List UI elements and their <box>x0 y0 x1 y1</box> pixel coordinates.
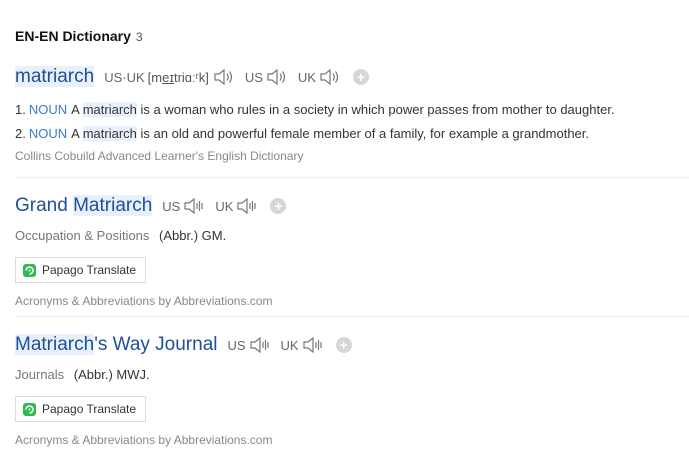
category-label: Occupation & Positions <box>15 228 150 243</box>
papago-logo-icon <box>23 402 36 416</box>
entry-word[interactable]: Grand Matriarch <box>15 195 153 217</box>
us-label: US <box>162 198 181 214</box>
dictionary-title: EN-EN Dictionary <box>15 28 131 44</box>
divider <box>15 316 689 317</box>
definition-item: 1. NOUN A matriarch is a woman who rules i… <box>15 102 615 117</box>
part-of-speech: NOUN <box>28 102 68 117</box>
part-of-speech: NOUN <box>28 126 68 141</box>
papago-logo-icon <box>23 263 36 277</box>
add-icon[interactable]: + <box>352 69 369 85</box>
entry-word[interactable]: Matriarch's Way Journal <box>15 334 217 356</box>
dictionary-source[interactable]: Collins Cobuild Advanced Learner's Engli… <box>15 149 689 163</box>
pronunciation-us-uk: US·UK [meɪtriɑːʳk] US UK + <box>104 67 369 87</box>
papago-translate-label: Papago Translate <box>42 402 137 416</box>
uk-label: UK <box>280 337 299 353</box>
pronunciation: US UK + <box>227 335 352 355</box>
speaker-icon[interactable] <box>183 196 205 216</box>
papago-translate-button[interactable]: Papago Translate <box>15 257 147 283</box>
ipa-text: [meɪtriɑːʳk] <box>147 69 209 85</box>
entry-grand-matriarch: Grand Matriarch US UK + Occupation & Pos… <box>15 193 689 308</box>
speaker-icon[interactable] <box>213 67 235 87</box>
us-label: US <box>244 69 263 85</box>
speaker-icon[interactable] <box>236 196 258 216</box>
abbreviation: (Abbr.) GM. <box>159 228 227 243</box>
us-label: US <box>227 337 246 353</box>
definition-item: 2. NOUN A matriarch is an old and powerful… <box>15 126 590 141</box>
divider <box>15 177 689 178</box>
us-uk-label: US·UK <box>104 69 145 85</box>
category-row: Occupation & Positions (Abbr.) GM. <box>15 227 689 245</box>
add-icon[interactable]: + <box>335 337 352 353</box>
uk-label: UK <box>297 69 316 85</box>
uk-label: UK <box>215 198 234 214</box>
dictionary-header: EN-EN Dictionary 3 <box>15 28 143 46</box>
entry-matriarch: matriarch US·UK [meɪtriɑːʳk] US UK + 1. … <box>15 64 689 163</box>
entry-word[interactable]: matriarch <box>15 66 95 88</box>
papago-translate-label: Papago Translate <box>42 263 137 277</box>
result-count: 3 <box>135 30 143 44</box>
speaker-icon[interactable] <box>266 67 288 87</box>
speaker-icon[interactable] <box>319 67 341 87</box>
category-label: Journals <box>15 367 65 382</box>
add-icon[interactable]: + <box>270 198 287 214</box>
pronunciation: US UK + <box>162 196 287 216</box>
category-row: Journals (Abbr.) MWJ. <box>15 366 689 384</box>
entry-matriarchs-way-journal: Matriarch's Way Journal US UK + Journals… <box>15 332 689 447</box>
abbreviation-source[interactable]: Acronyms & Abbreviations by Abbreviation… <box>15 433 689 447</box>
abbreviation-source[interactable]: Acronyms & Abbreviations by Abbreviation… <box>15 294 689 308</box>
papago-translate-button[interactable]: Papago Translate <box>15 396 147 422</box>
abbreviation: (Abbr.) MWJ. <box>73 367 150 382</box>
speaker-icon[interactable] <box>302 335 324 355</box>
definition-list: 1. NOUN A matriarch is a woman who rules i… <box>15 98 689 146</box>
speaker-icon[interactable] <box>249 335 271 355</box>
